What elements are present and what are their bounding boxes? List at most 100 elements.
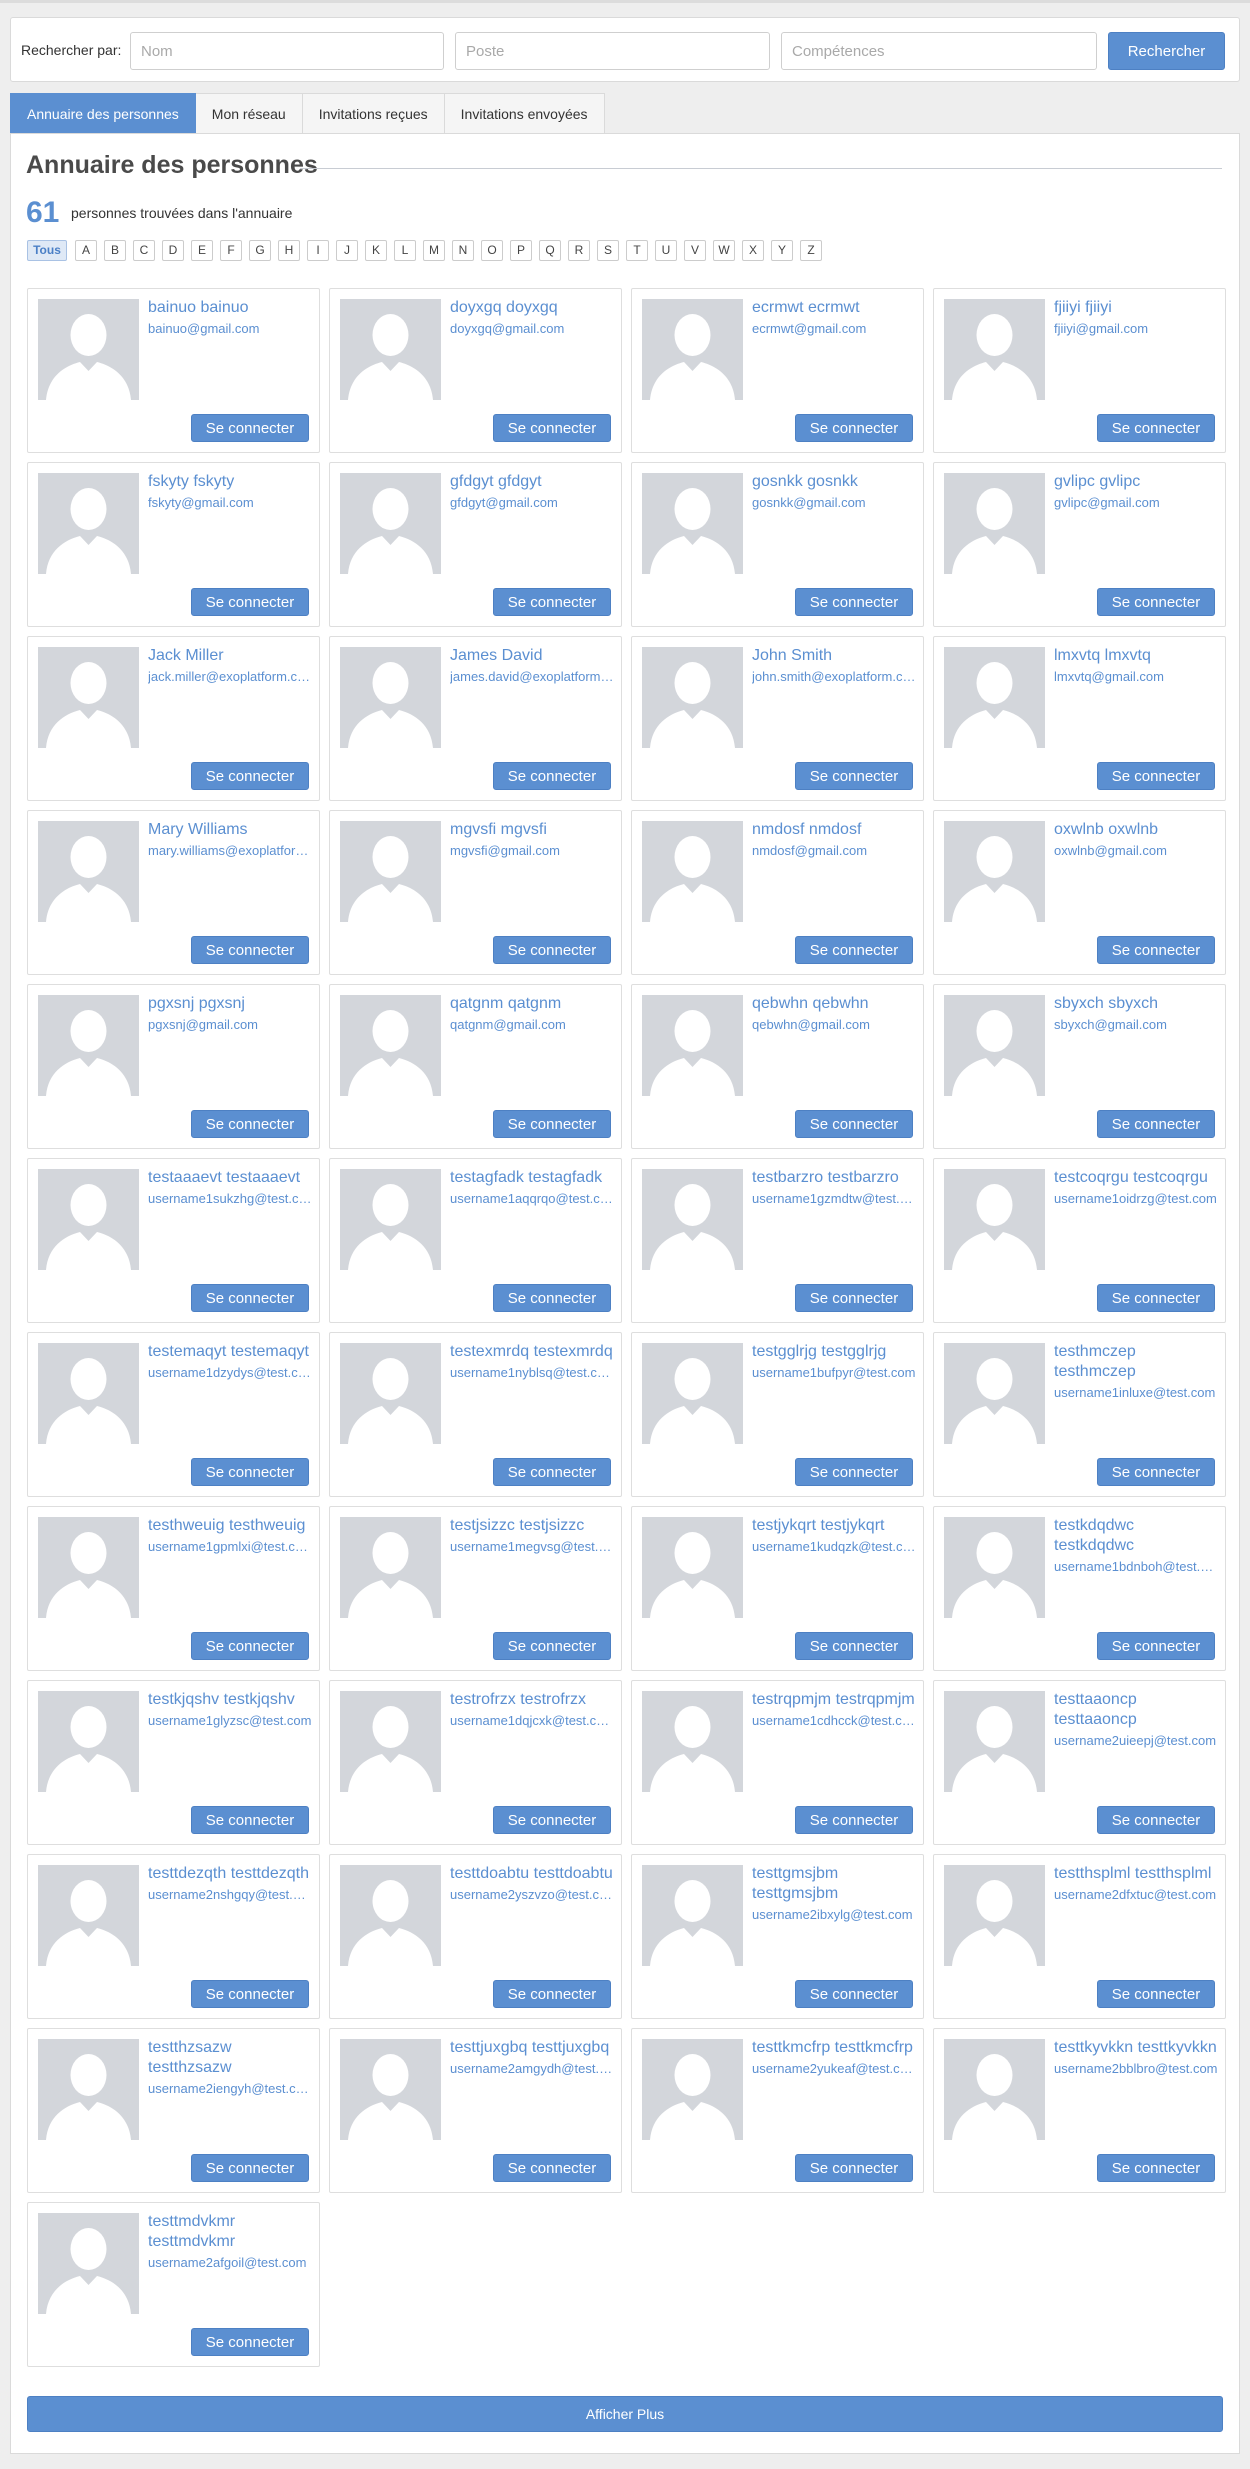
avatar[interactable] bbox=[642, 821, 743, 922]
connect-button[interactable]: Se connecter bbox=[795, 936, 913, 964]
person-email[interactable]: sbyxch@gmail.com bbox=[1054, 1017, 1218, 1032]
person-email[interactable]: john.smith@exoplatform.com bbox=[752, 669, 916, 684]
person-name[interactable]: testjsizzc testjsizzc bbox=[450, 1516, 614, 1536]
avatar[interactable] bbox=[642, 995, 743, 1096]
letter-filter-m[interactable]: M bbox=[423, 240, 445, 261]
person-email[interactable]: oxwlnb@gmail.com bbox=[1054, 843, 1218, 858]
connect-button[interactable]: Se connecter bbox=[795, 2154, 913, 2182]
avatar[interactable] bbox=[38, 1343, 139, 1444]
person-email[interactable]: username1gzmdtw@test.com bbox=[752, 1191, 916, 1206]
person-name[interactable]: gosnkk gosnkk bbox=[752, 472, 916, 492]
person-email[interactable]: username2ibxylg@test.com bbox=[752, 1907, 916, 1922]
person-name[interactable]: oxwlnb oxwlnb bbox=[1054, 820, 1218, 840]
connect-button[interactable]: Se connecter bbox=[795, 1806, 913, 1834]
person-email[interactable]: james.david@exoplatform.com bbox=[450, 669, 614, 684]
connect-button[interactable]: Se connecter bbox=[795, 414, 913, 442]
letter-filter-o[interactable]: O bbox=[481, 240, 503, 261]
letter-filter-p[interactable]: P bbox=[510, 240, 532, 261]
connect-button[interactable]: Se connecter bbox=[191, 1806, 309, 1834]
letter-filter-a[interactable]: A bbox=[75, 240, 97, 261]
person-email[interactable]: username1kudqzk@test.com bbox=[752, 1539, 916, 1554]
avatar[interactable] bbox=[38, 473, 139, 574]
connect-button[interactable]: Se connecter bbox=[493, 414, 611, 442]
letter-filter-f[interactable]: F bbox=[220, 240, 242, 261]
connect-button[interactable]: Se connecter bbox=[493, 1806, 611, 1834]
connect-button[interactable]: Se connecter bbox=[795, 762, 913, 790]
person-name[interactable]: nmdosf nmdosf bbox=[752, 820, 916, 840]
person-name[interactable]: testkjqshv testkjqshv bbox=[148, 1690, 312, 1710]
person-name[interactable]: qatgnm qatgnm bbox=[450, 994, 614, 1014]
person-email[interactable]: jack.miller@exoplatform.com bbox=[148, 669, 312, 684]
person-name[interactable]: testtjuxgbq testtjuxgbq bbox=[450, 2038, 614, 2058]
connect-button[interactable]: Se connecter bbox=[1097, 1980, 1215, 2008]
person-name[interactable]: testagfadk testagfadk bbox=[450, 1168, 614, 1188]
avatar[interactable] bbox=[38, 2213, 139, 2314]
person-email[interactable]: username2nshgqy@test.com bbox=[148, 1887, 312, 1902]
skills-search-input[interactable] bbox=[781, 32, 1097, 70]
avatar[interactable] bbox=[642, 1169, 743, 1270]
person-email[interactable]: nmdosf@gmail.com bbox=[752, 843, 916, 858]
connect-button[interactable]: Se connecter bbox=[493, 1110, 611, 1138]
letter-filter-y[interactable]: Y bbox=[771, 240, 793, 261]
person-name[interactable]: qebwhn qebwhn bbox=[752, 994, 916, 1014]
person-name[interactable]: fjiiyi fjiiyi bbox=[1054, 298, 1218, 318]
person-name[interactable]: James David bbox=[450, 646, 614, 666]
avatar[interactable] bbox=[944, 1343, 1045, 1444]
avatar[interactable] bbox=[944, 821, 1045, 922]
person-name[interactable]: testemaqyt testemaqyt bbox=[148, 1342, 312, 1362]
letter-filter-z[interactable]: Z bbox=[800, 240, 822, 261]
avatar[interactable] bbox=[642, 1691, 743, 1792]
person-email[interactable]: username1glyzsc@test.com bbox=[148, 1713, 312, 1728]
person-email[interactable]: username2iengyh@test.com bbox=[148, 2081, 312, 2096]
avatar[interactable] bbox=[340, 473, 441, 574]
connect-button[interactable]: Se connecter bbox=[191, 2328, 309, 2356]
avatar[interactable] bbox=[642, 1865, 743, 1966]
avatar[interactable] bbox=[38, 1517, 139, 1618]
letter-filter-b[interactable]: B bbox=[104, 240, 126, 261]
connect-button[interactable]: Se connecter bbox=[795, 1632, 913, 1660]
connect-button[interactable]: Se connecter bbox=[191, 588, 309, 616]
person-email[interactable]: username1dzydys@test.com bbox=[148, 1365, 312, 1380]
avatar[interactable] bbox=[38, 1865, 139, 1966]
avatar[interactable] bbox=[340, 647, 441, 748]
connect-button[interactable]: Se connecter bbox=[191, 936, 309, 964]
person-name[interactable]: testthsplml testthsplml bbox=[1054, 1864, 1218, 1884]
connect-button[interactable]: Se connecter bbox=[191, 762, 309, 790]
connect-button[interactable]: Se connecter bbox=[191, 1458, 309, 1486]
avatar[interactable] bbox=[38, 647, 139, 748]
avatar[interactable] bbox=[340, 1691, 441, 1792]
letter-filter-n[interactable]: N bbox=[452, 240, 474, 261]
person-email[interactable]: fjiiyi@gmail.com bbox=[1054, 321, 1218, 336]
person-email[interactable]: gfdgyt@gmail.com bbox=[450, 495, 614, 510]
person-email[interactable]: lmxvtq@gmail.com bbox=[1054, 669, 1218, 684]
connect-button[interactable]: Se connecter bbox=[1097, 762, 1215, 790]
tab-directory[interactable]: Annuaire des personnes bbox=[10, 93, 196, 134]
person-name[interactable]: bainuo bainuo bbox=[148, 298, 312, 318]
letter-filter-g[interactable]: G bbox=[249, 240, 271, 261]
avatar[interactable] bbox=[38, 2039, 139, 2140]
letter-filter-h[interactable]: H bbox=[278, 240, 300, 261]
connect-button[interactable]: Se connecter bbox=[1097, 1284, 1215, 1312]
connect-button[interactable]: Se connecter bbox=[493, 1284, 611, 1312]
connect-button[interactable]: Se connecter bbox=[191, 2154, 309, 2182]
letter-filter-all[interactable]: Tous bbox=[27, 240, 67, 261]
letter-filter-u[interactable]: U bbox=[655, 240, 677, 261]
avatar[interactable] bbox=[642, 647, 743, 748]
avatar[interactable] bbox=[944, 1517, 1045, 1618]
person-name[interactable]: doyxgq doyxgq bbox=[450, 298, 614, 318]
letter-filter-w[interactable]: W bbox=[713, 240, 735, 261]
connect-button[interactable]: Se connecter bbox=[1097, 588, 1215, 616]
person-name[interactable]: testtdoabtu testtdoabtu bbox=[450, 1864, 614, 1884]
connect-button[interactable]: Se connecter bbox=[493, 2154, 611, 2182]
person-email[interactable]: username1gpmlxi@test.com bbox=[148, 1539, 312, 1554]
avatar[interactable] bbox=[38, 299, 139, 400]
name-search-input[interactable] bbox=[130, 32, 444, 70]
person-email[interactable]: qatgnm@gmail.com bbox=[450, 1017, 614, 1032]
avatar[interactable] bbox=[340, 299, 441, 400]
person-name[interactable]: testexmrdq testexmrdq bbox=[450, 1342, 614, 1362]
person-email[interactable]: username2bblbro@test.com bbox=[1054, 2061, 1218, 2076]
person-name[interactable]: testtgmsjbm testtgmsjbm bbox=[752, 1864, 916, 1904]
letter-filter-x[interactable]: X bbox=[742, 240, 764, 261]
person-name[interactable]: testcoqrgu testcoqrgu bbox=[1054, 1168, 1218, 1188]
person-email[interactable]: gosnkk@gmail.com bbox=[752, 495, 916, 510]
